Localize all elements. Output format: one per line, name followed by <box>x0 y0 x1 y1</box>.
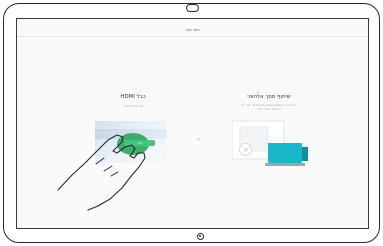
hdmi-subtext: חבר את המחשב... <box>121 104 145 108</box>
wireless-heading: שיתוף מסך אלחוטי <box>247 94 291 100</box>
title-divider <box>17 36 368 37</box>
wireless-subtext: התקן את Proximity/Cisco Webex, חבר את המ… <box>241 103 297 111</box>
laptop-screen <box>268 143 302 163</box>
share-icon: ◑ <box>239 143 252 156</box>
page-title: שתף מסך <box>185 28 200 32</box>
touch-screen: שתף מסך כבל HDMI חבר את המחשב... שתף או … <box>16 18 369 229</box>
hdmi-heading: כבל HDMI <box>120 94 146 100</box>
or-separator: או <box>197 136 201 141</box>
home-button-icon[interactable] <box>197 233 204 240</box>
hdmi-preview-image[interactable]: שתף <box>95 121 167 163</box>
laptop-base <box>265 163 305 166</box>
hdmi-share-button[interactable]: שתף <box>125 140 155 146</box>
laptop-side <box>302 147 308 161</box>
camera-icon <box>186 4 199 12</box>
